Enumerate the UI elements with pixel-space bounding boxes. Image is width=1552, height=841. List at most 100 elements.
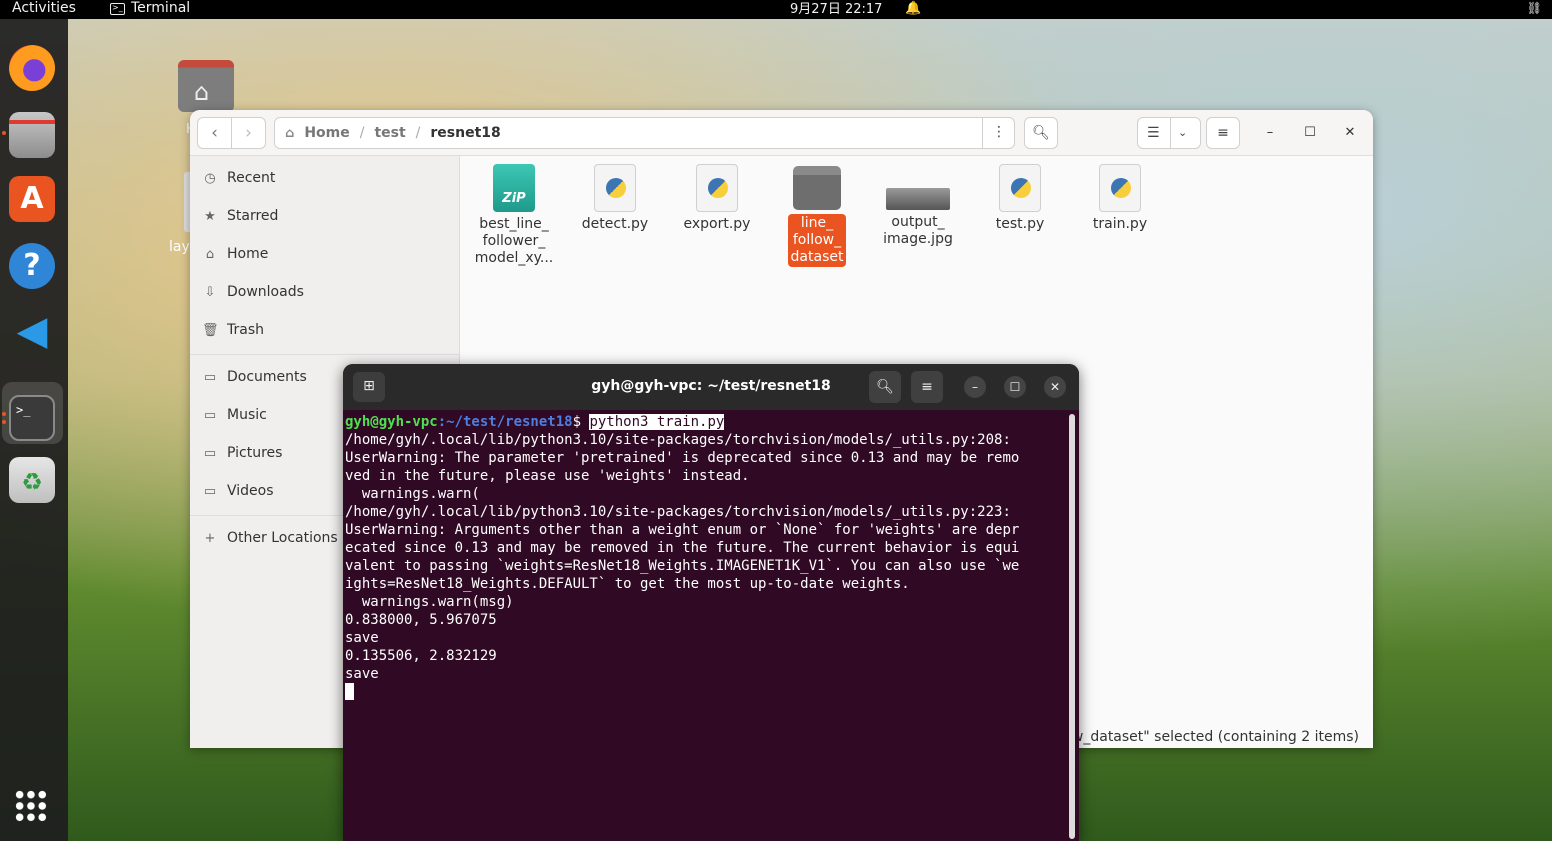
- terminal-output[interactable]: gyh@gyh-vpc:~/test/resnet18$ python3 tra…: [345, 413, 1067, 701]
- home-icon: ⌂: [194, 78, 210, 106]
- app-name: Terminal: [131, 0, 191, 16]
- path-options-button[interactable]: ⋮: [982, 117, 1015, 149]
- command-text: python3 train.py: [589, 414, 725, 430]
- command-output: /home/gyh/.local/lib/python3.10/site-pac…: [345, 432, 1020, 682]
- search-icon: 🔍︎: [876, 379, 894, 395]
- trash-dock-icon[interactable]: ♻: [9, 457, 55, 503]
- breadcrumb-current[interactable]: resnet18: [430, 125, 500, 141]
- trash-icon: 🗑︎: [202, 322, 219, 338]
- file-item[interactable]: ZiP best_line_ follower_ model_xy...: [468, 164, 560, 267]
- prompt-user: gyh@gyh-vpc: [345, 414, 438, 430]
- python-file-icon: [696, 164, 738, 212]
- software-store-icon[interactable]: A: [9, 176, 55, 222]
- file-name: line_ follow_ dataset: [787, 214, 847, 267]
- folder-icon: [793, 166, 841, 210]
- clock[interactable]: 9月27日 22:17: [790, 0, 882, 19]
- file-item[interactable]: output_ image.jpg: [872, 164, 964, 248]
- file-name: export.py: [683, 216, 751, 232]
- sidebar-item-downloads[interactable]: ⇩ Downloads: [202, 280, 304, 304]
- forward-button[interactable]: ›: [231, 117, 266, 149]
- file-name: best_line_ follower_ model_xy...: [474, 216, 554, 266]
- list-view-icon: ☰: [1147, 125, 1160, 141]
- help-icon[interactable]: ?: [9, 243, 55, 289]
- show-apps-icon[interactable]: [14, 789, 48, 823]
- chevron-down-icon: ⌄: [1178, 126, 1188, 139]
- path-bar[interactable]: ⌂ Home / test / resnet18: [274, 117, 1015, 149]
- running-indicator: [2, 131, 6, 135]
- terminal-dock-icon[interactable]: >_: [9, 395, 55, 441]
- folder-icon: ▭: [203, 407, 217, 423]
- view-toggle-button[interactable]: ☰ ⌄: [1137, 117, 1201, 149]
- hamburger-icon: ≡: [1217, 125, 1229, 141]
- file-item[interactable]: train.py: [1074, 164, 1166, 233]
- prompt-path: :~/test/resnet18: [437, 414, 573, 430]
- sidebar-item-pictures[interactable]: ▭ Pictures: [202, 441, 283, 465]
- download-icon: ⇩: [204, 284, 216, 300]
- prompt-symbol: $: [572, 414, 590, 430]
- file-item[interactable]: detect.py: [569, 164, 661, 233]
- chevron-right-icon: ›: [245, 123, 252, 143]
- python-file-icon: [1099, 164, 1141, 212]
- breadcrumb-test[interactable]: test: [374, 125, 405, 141]
- terminal-menu-button[interactable]: ≡: [911, 371, 943, 403]
- home-icon: ⌂: [285, 125, 295, 141]
- python-file-icon: [594, 164, 636, 212]
- sidebar-item-documents[interactable]: ▭ Documents: [202, 365, 307, 389]
- files-icon[interactable]: [9, 112, 55, 158]
- terminal-icon: >_: [110, 2, 125, 15]
- breadcrumb-home[interactable]: Home: [304, 125, 349, 141]
- image-thumbnail: [886, 188, 950, 210]
- file-item[interactable]: test.py: [974, 164, 1066, 233]
- folder-icon: ▭: [203, 445, 217, 461]
- minimize-button[interactable]: –: [1259, 122, 1281, 144]
- zip-file-icon: ZiP: [493, 164, 535, 212]
- running-indicator: [2, 420, 6, 424]
- folder-item-selected[interactable]: line_ follow_ dataset: [771, 164, 863, 267]
- network-icon[interactable]: ⛓: [1527, 0, 1542, 17]
- folder-icon: ▭: [203, 369, 217, 385]
- star-icon: ★: [204, 208, 216, 224]
- file-item[interactable]: export.py: [671, 164, 763, 233]
- sidebar-item-other-locations[interactable]: + Other Locations: [202, 526, 338, 550]
- search-icon: 🔍︎: [1032, 125, 1050, 141]
- terminal-scrollbar[interactable]: [1069, 414, 1075, 839]
- hamburger-icon: ≡: [921, 379, 933, 395]
- top-bar: Activities >_ Terminal 9月27日 22:17 🔔 ⛓: [0, 0, 1552, 19]
- clock-icon: ◷: [204, 170, 216, 186]
- folder-icon: ▭: [203, 483, 217, 499]
- activities-button[interactable]: Activities: [12, 0, 76, 17]
- header-bar: ‹ › ⌂ Home / test / resnet18 ⋮ 🔍︎ ☰ ⌄ ≡ …: [190, 110, 1373, 156]
- vscode-icon[interactable]: ◀: [9, 308, 55, 354]
- terminal-minimize-button[interactable]: –: [964, 376, 986, 398]
- terminal-header-bar: ⊞ gyh@gyh-vpc: ~/test/resnet18 🔍︎ ≡ – ☐ …: [343, 364, 1079, 410]
- terminal-search-button[interactable]: 🔍︎: [869, 371, 901, 403]
- vertical-dots-icon: ⋮: [992, 124, 1006, 140]
- main-menu-button[interactable]: ≡: [1206, 117, 1240, 149]
- terminal-close-button[interactable]: ✕: [1044, 376, 1066, 398]
- breadcrumb-separator: /: [415, 125, 421, 141]
- firefox-icon[interactable]: [9, 45, 55, 91]
- sidebar-item-videos[interactable]: ▭ Videos: [202, 479, 274, 503]
- terminal-window: ⊞ gyh@gyh-vpc: ~/test/resnet18 🔍︎ ≡ – ☐ …: [343, 364, 1079, 841]
- sidebar-item-starred[interactable]: ★ Starred: [202, 204, 278, 228]
- close-button[interactable]: ✕: [1339, 122, 1361, 144]
- desktop-home-folder-icon[interactable]: ⌂: [178, 60, 234, 112]
- terminal-maximize-button[interactable]: ☐: [1004, 376, 1026, 398]
- sidebar-item-trash[interactable]: 🗑︎ Trash: [202, 318, 264, 342]
- sidebar-item-music[interactable]: ▭ Music: [202, 403, 267, 427]
- sidebar-item-home[interactable]: ⌂ Home: [202, 242, 268, 266]
- app-menu[interactable]: >_ Terminal: [110, 0, 190, 17]
- sidebar-divider: [190, 354, 460, 355]
- file-name: train.py: [1092, 216, 1148, 232]
- text-cursor: [345, 683, 354, 700]
- search-button[interactable]: 🔍︎: [1024, 117, 1058, 149]
- plus-icon: +: [204, 530, 216, 546]
- sidebar-item-recent[interactable]: ◷ Recent: [202, 166, 275, 190]
- chevron-left-icon: ‹: [211, 123, 218, 143]
- back-button[interactable]: ‹: [197, 117, 232, 149]
- home-icon: ⌂: [205, 246, 215, 262]
- maximize-button[interactable]: ☐: [1299, 122, 1321, 144]
- python-file-icon: [999, 164, 1041, 212]
- running-indicator: [2, 412, 6, 416]
- file-name: output_ image.jpg: [883, 214, 953, 247]
